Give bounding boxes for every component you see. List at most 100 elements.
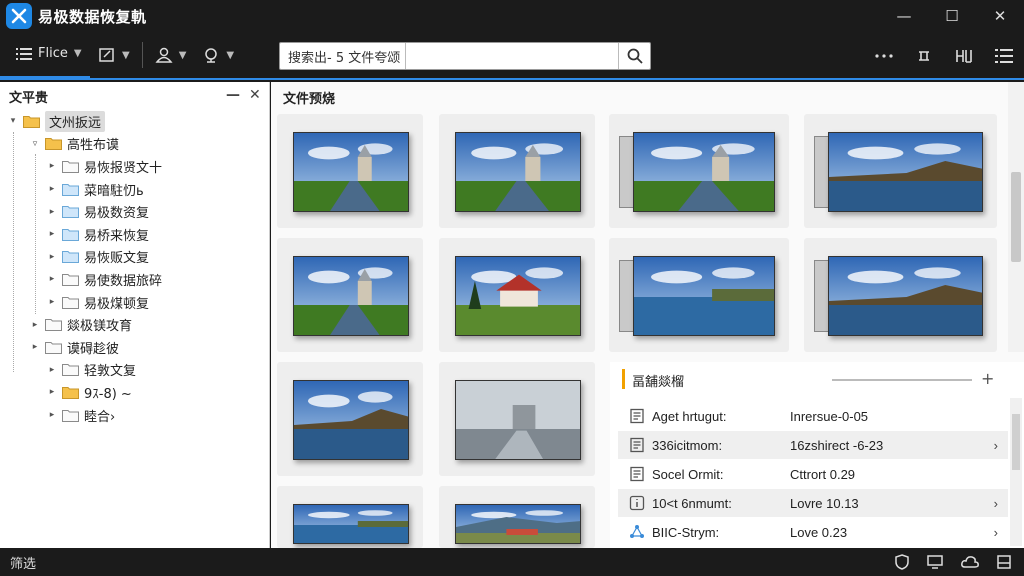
photo-image [293, 132, 409, 212]
photo-thumbnail[interactable] [277, 114, 423, 228]
property-row[interactable]: Aget hrtugut: Inrersue-0-05 [618, 402, 1008, 430]
tree-item[interactable]: ▸ 易恢贩文复 [0, 246, 269, 269]
edit-tool-button[interactable]: ▼ [90, 31, 138, 79]
photo-thumbnail[interactable] [609, 238, 789, 352]
chevron-right-icon[interactable]: ▸ [46, 229, 58, 239]
tree-item[interactable]: ▸ 燚极镁攻育 [0, 313, 269, 336]
chevron-right-icon[interactable]: › [994, 496, 998, 511]
file-menu-button[interactable]: Flice ▼ [0, 31, 90, 79]
property-row[interactable]: 10<t 6nmumt: Lovre 10.13 › [618, 489, 1008, 517]
chevron-right-icon[interactable]: ▸ [29, 342, 41, 352]
document-icon [628, 436, 646, 454]
photo-thumbnail[interactable] [609, 114, 789, 228]
photo-thumbnail[interactable] [439, 486, 595, 548]
monitor-icon[interactable] [926, 554, 944, 570]
cloud-icon[interactable] [960, 554, 980, 570]
property-value: Inrersue-0-05 [790, 408, 869, 424]
property-row[interactable]: BIIC-Strym: Love 0.23 › [618, 518, 1008, 546]
tree-item-label: 菜暗駐忉ь [84, 183, 144, 199]
property-name: 336icitmom: [652, 437, 723, 453]
property-row[interactable]: 336icitmom: 16zshirect -6-23 › [618, 431, 1008, 459]
menu-button[interactable] [984, 32, 1024, 80]
property-value: Cttrort 0.29 [790, 466, 856, 482]
grid-view-button[interactable] [944, 32, 984, 80]
photo-thumbnail[interactable] [277, 238, 423, 352]
tree-item[interactable]: ▸ 易恢报贤文十 [0, 155, 269, 178]
folder-icon [62, 296, 79, 309]
chevron-right-icon[interactable]: ▸ [46, 274, 58, 284]
chevron-right-icon[interactable]: ▸ [46, 207, 58, 217]
folder-icon [62, 183, 79, 196]
chevron-right-icon[interactable]: ▸ [29, 320, 41, 330]
more-button[interactable] [864, 32, 904, 80]
plugin-button[interactable] [904, 32, 944, 80]
close-button[interactable]: ✕ [976, 0, 1024, 32]
user-tool-button[interactable]: ▼ [147, 31, 195, 79]
tree-item-label: 9ｽ-8) ~ [84, 386, 132, 402]
minimize-button[interactable]: — [880, 0, 928, 32]
chevron-right-icon[interactable]: ▸ [46, 252, 58, 262]
property-value: Lovre 10.13 [790, 495, 859, 511]
photo-thumbnail[interactable] [439, 238, 595, 352]
photo-thumbnail[interactable] [439, 362, 595, 476]
tree-item[interactable]: ▸ 易桥来恢复 [0, 223, 269, 246]
status-bar: 筛选 [0, 548, 1024, 576]
property-value: 16zshirect -6-23 [790, 437, 884, 453]
chevron-down-icon: ▼ [122, 49, 130, 61]
folder-panel-title: 文平贵 [9, 90, 49, 106]
tree-item[interactable]: ▸ 谟碍趁彼 [0, 336, 269, 359]
folder-panel-header: 文平贵 — ✕ [0, 82, 269, 110]
tree-item[interactable]: ▸ 睦合› [0, 404, 269, 427]
tree-item-label: 燚极镁攻育 [67, 319, 133, 335]
chevron-right-icon[interactable]: ▸ [46, 297, 58, 307]
tree-item[interactable]: ▸ 易极数资复 [0, 200, 269, 223]
property-name: Aget hrtugut: [652, 408, 727, 424]
tree-item[interactable]: ▸ 易使数据旅碎 [0, 268, 269, 291]
tree-item[interactable]: ▸ 9ｽ-8) ~ [0, 381, 269, 404]
search-button[interactable] [618, 43, 650, 69]
toolbar-separator [141, 42, 143, 68]
close-panel-button[interactable]: ✕ [249, 87, 261, 103]
photo-thumbnail[interactable] [277, 362, 423, 476]
filter-label[interactable]: 筛选 [10, 553, 36, 572]
property-row[interactable]: Socel Ormit: Cttrort 0.29 [618, 460, 1008, 488]
scan-icon [205, 48, 218, 63]
chevron-down-icon[interactable]: ▿ [29, 139, 41, 149]
maximize-button[interactable]: ☐ [928, 0, 976, 32]
photo-image [455, 380, 581, 460]
chevron-right-icon[interactable]: ▸ [46, 365, 58, 375]
add-property-button[interactable]: + [981, 369, 994, 388]
chevron-right-icon[interactable]: › [994, 525, 998, 540]
photo-thumbnail[interactable] [277, 486, 423, 548]
chevron-right-icon[interactable]: ▸ [46, 184, 58, 194]
scan-tool-button[interactable]: ▼ [194, 31, 242, 79]
chevron-right-icon[interactable]: ▸ [46, 410, 58, 420]
chevron-right-icon[interactable]: ▸ [46, 161, 58, 171]
grid-icon [956, 50, 972, 63]
tree-item[interactable]: ▸ 易极煤顿复 [0, 291, 269, 314]
tree-item[interactable]: ▸ 轻敦文复 [0, 359, 269, 382]
shield-icon[interactable] [894, 554, 910, 570]
tree-item[interactable]: ▿ 高牲布谟 [0, 133, 269, 156]
scrollbar-thumb[interactable] [1011, 172, 1021, 262]
collapse-panel-button[interactable]: — [226, 87, 240, 103]
tree-item[interactable]: ▾ 文州扳远 [0, 110, 269, 133]
preview-scrollbar[interactable] [1008, 82, 1024, 352]
app-logo-icon [6, 3, 32, 29]
photo-thumbnail[interactable] [804, 238, 997, 352]
photo-thumbnail[interactable] [439, 114, 595, 228]
chevron-right-icon[interactable]: › [994, 438, 998, 453]
chevron-down-icon: ▼ [178, 49, 187, 61]
tree-item[interactable]: ▸ 菜暗駐忉ь [0, 178, 269, 201]
tree-item-label: 易极数资复 [84, 206, 150, 222]
properties-scrollbar-thumb[interactable] [1012, 414, 1020, 470]
chevron-right-icon[interactable]: ▸ [46, 387, 58, 397]
search-input[interactable] [280, 43, 406, 69]
folder-icon [45, 341, 62, 354]
folder-icon [23, 115, 40, 128]
properties-scrollbar[interactable] [1010, 398, 1022, 546]
panel-layout-icon[interactable] [996, 554, 1012, 570]
photo-thumbnail[interactable] [804, 114, 997, 228]
chevron-down-icon[interactable]: ▾ [7, 116, 19, 126]
folder-icon [62, 205, 79, 219]
